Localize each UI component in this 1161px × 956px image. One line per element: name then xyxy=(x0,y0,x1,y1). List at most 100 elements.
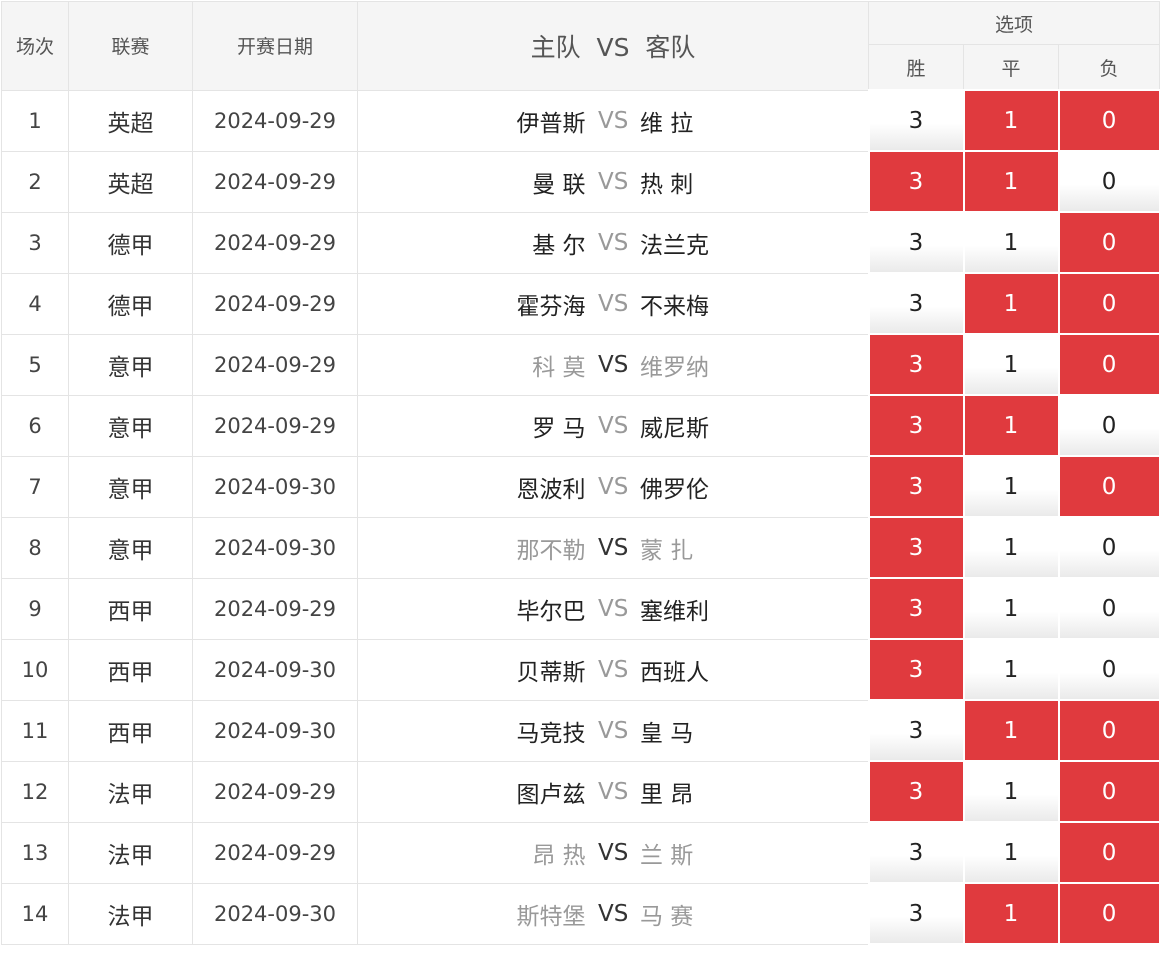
row-index: 5 xyxy=(1,333,69,396)
option-draw-button[interactable]: 1 xyxy=(962,821,1060,884)
option-win-button[interactable]: 3 xyxy=(867,455,965,518)
row-date: 2024-09-29 xyxy=(192,150,358,213)
row-match: 贝蒂斯 VS 西班人 xyxy=(357,638,869,701)
option-draw-button[interactable]: 1 xyxy=(962,455,1060,518)
vs-label: VS xyxy=(598,290,629,317)
option-draw-button[interactable]: 1 xyxy=(962,638,1060,701)
vs-label: VS xyxy=(598,595,629,622)
row-index: 6 xyxy=(1,394,69,457)
row-date: 2024-09-30 xyxy=(192,516,358,579)
vs-label: VS xyxy=(598,534,629,561)
option-draw-button[interactable]: 1 xyxy=(962,699,1060,762)
row-league: 英超 xyxy=(68,150,193,213)
option-draw-button[interactable]: 1 xyxy=(962,150,1060,213)
option-win-button[interactable]: 3 xyxy=(867,821,965,884)
row-index: 9 xyxy=(1,577,69,640)
option-draw-button[interactable]: 1 xyxy=(962,333,1060,396)
option-win-button[interactable]: 3 xyxy=(867,516,965,579)
option-win-button[interactable]: 3 xyxy=(867,89,965,152)
away-team: 皇 马 xyxy=(640,720,694,747)
option-draw-button[interactable]: 1 xyxy=(962,272,1060,335)
option-win-button[interactable]: 3 xyxy=(867,699,965,762)
table-row: 1 英超 2024-09-29 伊普斯 VS 维 拉310 xyxy=(1,89,1161,152)
option-draw-button[interactable]: 1 xyxy=(962,394,1060,457)
option-draw-button[interactable]: 1 xyxy=(962,89,1060,152)
vs-label: VS xyxy=(598,778,629,805)
row-league: 意甲 xyxy=(68,516,193,579)
option-win-button[interactable]: 3 xyxy=(867,577,965,640)
option-lose-button[interactable]: 0 xyxy=(1057,577,1161,640)
option-lose-button[interactable]: 0 xyxy=(1057,455,1161,518)
header-index: 场次 xyxy=(1,1,69,91)
option-lose-button[interactable]: 0 xyxy=(1057,150,1161,213)
option-lose-button[interactable]: 0 xyxy=(1057,211,1161,274)
option-lose-button[interactable]: 0 xyxy=(1057,272,1161,335)
option-draw-button[interactable]: 1 xyxy=(962,760,1060,823)
option-draw-button[interactable]: 1 xyxy=(962,882,1060,945)
table-row: 5 意甲 2024-09-29 科 莫 VS 维罗纳 3 1 0 xyxy=(1,333,1161,396)
row-date: 2024-09-29 xyxy=(192,333,358,396)
row-league: 法甲 xyxy=(68,821,193,884)
header-opt-draw: 平 xyxy=(963,44,1059,91)
row-match: 曼 联 VS 热 刺 xyxy=(357,150,869,213)
option-draw-button[interactable]: 1 xyxy=(962,516,1060,579)
home-team: 那不勒 xyxy=(516,537,586,564)
row-match: 罗 马 VS 威尼斯 xyxy=(357,394,869,457)
away-team: 蒙 扎 xyxy=(640,537,694,564)
option-lose-button[interactable]: 0 xyxy=(1057,89,1161,152)
option-win-button[interactable]: 3 xyxy=(867,272,965,335)
option-win-button[interactable]: 3 xyxy=(867,150,965,213)
row-date: 2024-09-30 xyxy=(192,455,358,518)
row-date: 2024-09-29 xyxy=(192,577,358,640)
vs-label: VS xyxy=(598,656,629,683)
row-date: 2024-09-29 xyxy=(192,821,358,884)
away-team: 热 刺 xyxy=(640,171,694,198)
row-league: 西甲 xyxy=(68,638,193,701)
option-draw-button[interactable]: 1 xyxy=(962,577,1060,640)
table-row: 7 意甲 2024-09-30 恩波利 VS 佛罗伦 3 1 0 xyxy=(1,455,1161,518)
vs-label: VS xyxy=(598,107,629,134)
row-index: 13 xyxy=(1,821,69,884)
row-match: 霍芬海 VS 不来梅 xyxy=(357,272,869,335)
row-league: 西甲 xyxy=(68,577,193,640)
option-lose-button[interactable]: 0 xyxy=(1057,638,1161,701)
option-win-button[interactable]: 3 xyxy=(867,638,965,701)
option-draw-button[interactable]: 1 xyxy=(962,211,1060,274)
home-team: 基 尔 xyxy=(532,232,586,259)
option-lose-button[interactable]: 0 xyxy=(1057,821,1161,884)
option-win-button[interactable]: 3 xyxy=(867,394,965,457)
row-league: 法甲 xyxy=(68,882,193,945)
row-league: 意甲 xyxy=(68,333,193,396)
option-lose-button[interactable]: 0 xyxy=(1057,394,1161,457)
row-index: 8 xyxy=(1,516,69,579)
vs-label: VS xyxy=(598,168,629,195)
row-league: 英超 xyxy=(68,89,193,152)
row-league: 法甲 xyxy=(68,760,193,823)
home-team: 霍芬海 xyxy=(516,293,586,320)
table-row: 3 德甲 2024-09-29 基 尔 VS 法兰克 3 1 0 xyxy=(1,211,1161,274)
home-team: 罗 马 xyxy=(532,415,586,442)
option-lose-button[interactable]: 0 xyxy=(1057,333,1161,396)
option-lose-button[interactable]: 0 xyxy=(1057,760,1161,823)
table-row: 12 法甲 2024-09-29 图卢兹 VS 里 昂 310 xyxy=(1,760,1161,823)
row-date: 2024-09-29 xyxy=(192,89,358,152)
option-win-button[interactable]: 3 xyxy=(867,882,965,945)
option-lose-button[interactable]: 0 xyxy=(1057,699,1161,762)
away-team: 塞维利 xyxy=(640,598,709,625)
option-win-button[interactable]: 3 xyxy=(867,211,965,274)
home-team: 伊普斯 xyxy=(516,110,586,137)
row-index: 2 xyxy=(1,150,69,213)
option-lose-button[interactable]: 0 xyxy=(1057,516,1161,579)
table-row: 13 法甲 2024-09-29 昂 热 VS 兰 斯 310 xyxy=(1,821,1161,884)
option-win-button[interactable]: 3 xyxy=(867,333,965,396)
match-table: 场次 联赛 开赛日期 主队 VS 客队 选项 胜 平 负 1 英超 2024-09-… xyxy=(1,1,1161,945)
header-opt-win: 胜 xyxy=(868,44,964,91)
table-row: 8 意甲 2024-09-30 那不勒 VS 蒙 扎 310 xyxy=(1,516,1161,579)
option-lose-button[interactable]: 0 xyxy=(1057,882,1161,945)
row-league: 德甲 xyxy=(68,211,193,274)
option-win-button[interactable]: 3 xyxy=(867,760,965,823)
table-row: 2 英超 2024-09-29 曼 联 VS 热 刺 310 xyxy=(1,150,1161,213)
home-team: 贝蒂斯 xyxy=(516,659,586,686)
away-team: 不来梅 xyxy=(640,293,709,320)
home-team: 毕尔巴 xyxy=(516,598,586,625)
